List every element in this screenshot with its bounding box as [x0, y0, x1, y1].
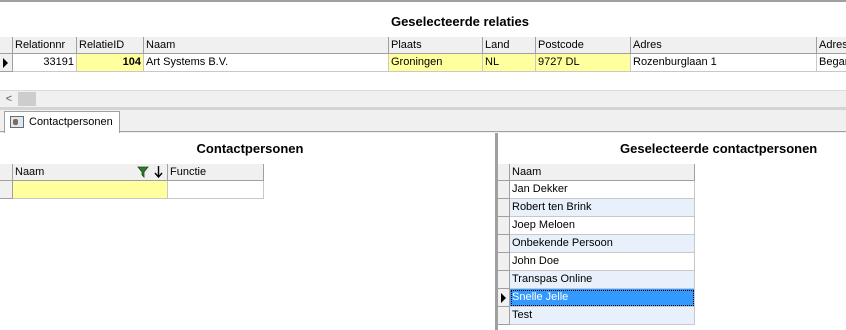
gc-col-header-naam[interactable]: Naam	[510, 164, 695, 181]
cp-col-naam-label: Naam	[15, 166, 45, 178]
gc-row-selector[interactable]	[498, 271, 510, 289]
geselecteerde-contactpersonen-title: Geselecteerde contactpersonen	[620, 141, 818, 156]
col-header-adres-2[interactable]: Adres	[817, 37, 846, 54]
filter-icon[interactable]	[137, 166, 149, 178]
cell-adres-2[interactable]: Begar	[817, 54, 846, 72]
cell-naam[interactable]: Art Systems B.V.	[144, 54, 389, 72]
gc-row-selector[interactable]	[498, 217, 510, 235]
relaties-horizontal-scrollbar[interactable]: <	[0, 90, 846, 107]
cell-plaats[interactable]: Groningen	[389, 54, 483, 72]
gc-row[interactable]: Joep Meloen	[510, 217, 695, 235]
contactpersonen-title: Contactpersonen	[196, 141, 304, 156]
gc-row[interactable]: Transpas Online	[510, 271, 695, 289]
contact-card-icon	[10, 116, 24, 128]
col-header-land[interactable]: Land	[483, 37, 536, 54]
relaties-row-selector[interactable]	[0, 54, 13, 72]
current-row-icon	[3, 58, 8, 68]
gc-row-selector[interactable]	[498, 199, 510, 217]
col-header-adres[interactable]: Adres	[631, 37, 817, 54]
gc-rowheader-corner	[498, 164, 510, 181]
cp-col-header-naam[interactable]: Naam	[13, 164, 168, 181]
cp-rowheader-corner	[0, 164, 13, 181]
relaties-rowheader-corner	[0, 37, 13, 54]
cell-relatieid[interactable]: 104	[77, 54, 144, 72]
scroll-thumb[interactable]	[18, 92, 36, 106]
gc-row[interactable]: Onbekende Persoon	[510, 235, 695, 253]
gc-row-selected[interactable]: Snelle Jelle	[510, 289, 695, 307]
col-header-plaats[interactable]: Plaats	[389, 37, 483, 54]
tab-label: Contactpersonen	[29, 116, 113, 128]
gc-row[interactable]: Robert ten Brink	[510, 199, 695, 217]
gc-row-selector[interactable]	[498, 235, 510, 253]
gc-row-selector[interactable]	[498, 253, 510, 271]
gc-row-selector[interactable]	[498, 181, 510, 199]
contactpersonen-panel	[0, 133, 495, 330]
scroll-left-button[interactable]: <	[3, 92, 15, 106]
cp-cell-naam[interactable]	[13, 181, 168, 199]
gc-row-selector-current[interactable]	[498, 289, 510, 307]
cp-cell-functie[interactable]	[168, 181, 264, 199]
col-header-relatieid[interactable]: RelatieID	[77, 37, 144, 54]
cell-adres[interactable]: Rozenburglaan 1	[631, 54, 817, 72]
sort-descending-icon[interactable]	[154, 166, 163, 178]
gc-row[interactable]: Test	[510, 307, 695, 325]
gc-row[interactable]: Jan Dekker	[510, 181, 695, 199]
cell-land[interactable]: NL	[483, 54, 536, 72]
col-header-relationnr[interactable]: Relationnr	[13, 37, 77, 54]
cp-row-selector[interactable]	[0, 181, 13, 199]
tab-strip	[0, 110, 846, 132]
tab-contactpersonen[interactable]: Contactpersonen	[4, 111, 120, 133]
col-header-naam[interactable]: Naam	[144, 37, 389, 54]
gc-row-selector[interactable]	[498, 307, 510, 325]
cp-col-header-functie[interactable]: Functie	[168, 164, 264, 181]
cell-postcode[interactable]: 9727 DL	[536, 54, 631, 72]
current-row-icon	[501, 293, 506, 303]
relaties-title: Geselecteerde relaties	[390, 14, 530, 29]
col-header-postcode[interactable]: Postcode	[536, 37, 631, 54]
gc-row[interactable]: John Doe	[510, 253, 695, 271]
cell-relationnr[interactable]: 33191	[13, 54, 77, 72]
